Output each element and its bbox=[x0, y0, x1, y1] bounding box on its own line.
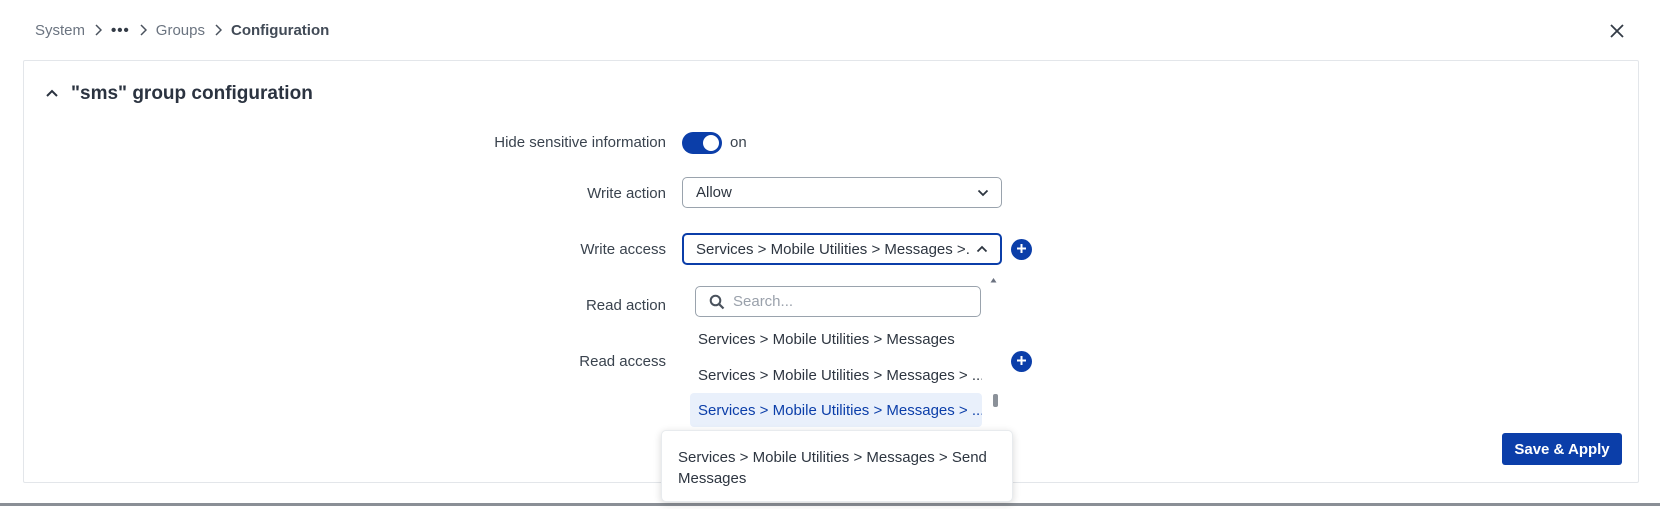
search-icon bbox=[709, 294, 725, 310]
panel-title: "sms" group configuration bbox=[71, 83, 313, 104]
dropdown-option[interactable]: Services > Mobile Utilities > Messages bbox=[690, 322, 982, 356]
plus-icon bbox=[1016, 241, 1027, 259]
breadcrumb-current: Configuration bbox=[230, 21, 330, 39]
dropdown-scrollbar-thumb[interactable] bbox=[993, 394, 998, 407]
hide-sensitive-toggle[interactable] bbox=[682, 132, 722, 154]
write-access-dropdown: Services > Mobile Utilities > Messages S… bbox=[682, 269, 1002, 429]
dropdown-search[interactable] bbox=[695, 286, 981, 317]
dropdown-option-active[interactable]: Services > Mobile Utilities > Messages >… bbox=[690, 393, 982, 427]
write-access-value: Services > Mobile Utilities > Messages >… bbox=[696, 240, 971, 258]
breadcrumb-item-system[interactable]: System bbox=[35, 22, 85, 39]
chevron-right-icon bbox=[214, 24, 222, 36]
breadcrumb: System ••• Groups Configuration bbox=[35, 20, 329, 40]
chevron-up-icon bbox=[976, 245, 988, 253]
group-configuration-modal: System ••• Groups Configuration "sms" gr… bbox=[0, 0, 1660, 506]
write-action-label: Write action bbox=[587, 185, 666, 202]
close-button[interactable] bbox=[1606, 22, 1628, 44]
chevron-up-icon bbox=[45, 85, 59, 103]
scroll-up-icon[interactable] bbox=[990, 270, 997, 288]
write-access-select[interactable]: Services > Mobile Utilities > Messages >… bbox=[682, 233, 1002, 265]
option-tooltip: Services > Mobile Utilities > Messages >… bbox=[661, 430, 1013, 502]
chevron-right-icon bbox=[139, 24, 147, 36]
close-icon bbox=[1609, 23, 1625, 44]
chevron-right-icon bbox=[94, 24, 103, 36]
write-action-value: Allow bbox=[696, 184, 732, 201]
toggle-knob bbox=[703, 135, 719, 151]
write-access-label: Write access bbox=[580, 241, 666, 258]
breadcrumb-item-groups[interactable]: Groups bbox=[156, 22, 205, 39]
breadcrumb-ellipsis[interactable]: ••• bbox=[111, 22, 130, 39]
plus-icon bbox=[1016, 353, 1027, 371]
save-apply-button[interactable]: Save & Apply bbox=[1502, 433, 1622, 465]
hide-sensitive-label: Hide sensitive information bbox=[494, 134, 666, 151]
dropdown-option[interactable]: Services > Mobile Utilities > Messages >… bbox=[690, 358, 982, 392]
chevron-down-icon bbox=[977, 189, 989, 197]
add-write-access-button[interactable] bbox=[1011, 239, 1032, 260]
read-access-label: Read access bbox=[579, 353, 666, 370]
hide-sensitive-state: on bbox=[730, 134, 747, 151]
write-action-select[interactable]: Allow bbox=[682, 177, 1002, 208]
panel-collapse-toggle[interactable]: "sms" group configuration bbox=[45, 83, 313, 105]
read-action-label: Read action bbox=[585, 297, 666, 314]
add-read-access-button[interactable] bbox=[1011, 351, 1032, 372]
search-input[interactable] bbox=[733, 293, 963, 310]
